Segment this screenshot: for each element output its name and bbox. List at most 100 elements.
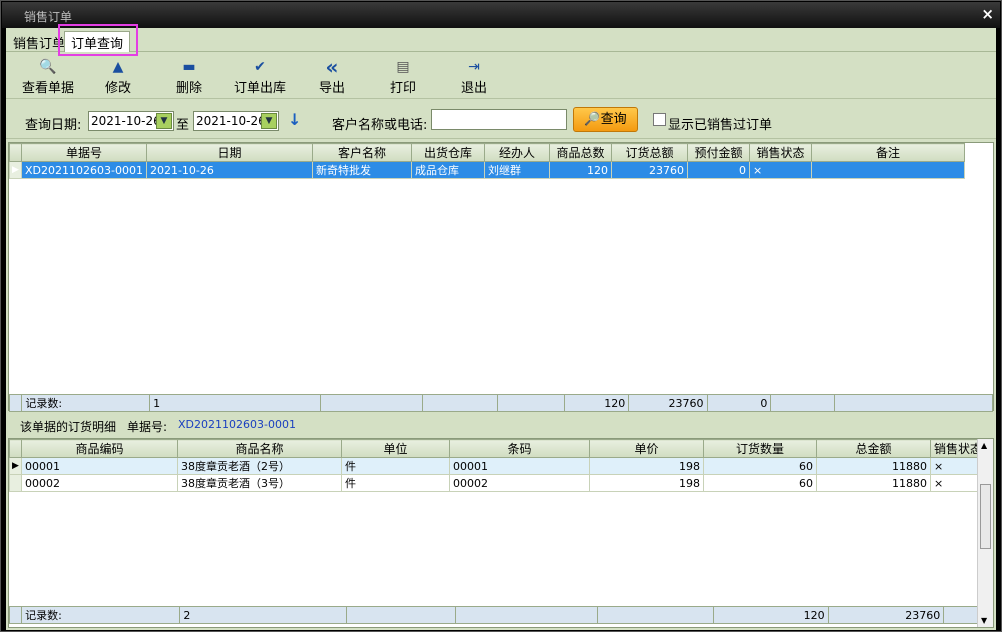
col-header[interactable]: 日期 xyxy=(145,143,313,162)
export-button[interactable]: « 导出 xyxy=(296,57,368,96)
cell-qty[interactable]: 60 xyxy=(703,457,817,475)
triangle-up-icon: ▲ xyxy=(112,59,124,75)
cell-price[interactable]: 198 xyxy=(589,457,704,475)
scroll-up-icon[interactable]: ▲ xyxy=(981,441,987,450)
orders-table: 单据号 日期 客户名称 出货仓库 经办人 商品总数 订货总额 预付金额 销售状态… xyxy=(9,143,965,179)
cell-bill-no[interactable]: XD2021102603-0001 xyxy=(21,161,147,179)
customer-input[interactable] xyxy=(431,109,567,130)
delete-label: 删除 xyxy=(175,81,202,96)
cell-remark[interactable] xyxy=(810,161,965,179)
scroll-down-icon[interactable]: ▼ xyxy=(981,616,987,625)
col-header[interactable]: 经办人 xyxy=(483,143,550,162)
col-header[interactable]: 商品总数 xyxy=(548,143,612,162)
cell-qty[interactable]: 60 xyxy=(703,474,817,492)
cell-prepaid[interactable]: 0 xyxy=(686,161,750,179)
col-header[interactable]: 商品名称 xyxy=(177,439,342,458)
col-header[interactable]: 商品编码 xyxy=(21,439,178,458)
show-sold-checkbox[interactable] xyxy=(653,113,666,126)
col-header[interactable]: 备注 xyxy=(810,143,965,162)
tab-strip: 销售订单 订单查询 xyxy=(6,24,996,56)
chevron-down-icon[interactable]: ▼ xyxy=(156,113,172,129)
total-prepaid: 0 xyxy=(706,394,772,412)
col-header[interactable]: 出货仓库 xyxy=(410,143,485,162)
record-count: 1 xyxy=(149,394,322,412)
cell-barcode[interactable]: 00002 xyxy=(449,474,590,492)
detail-header-row: 商品编码 商品名称 单位 条码 单价 订货数量 总金额 销售状态 xyxy=(9,439,987,458)
header-indicator xyxy=(9,439,22,458)
cell-code[interactable]: 00001 xyxy=(21,457,178,475)
cell-status[interactable]: × xyxy=(748,161,812,179)
header-indicator xyxy=(9,143,22,162)
footer-cell xyxy=(597,606,714,624)
col-header[interactable]: 条码 xyxy=(449,439,590,458)
edit-label: 修改 xyxy=(104,81,131,96)
total-amount: 23760 xyxy=(628,394,708,412)
main-window: 销售订单 × 销售订单 订单查询 🔍 查看单据 ▲ 修改 ▬ 删除 ✔ 订单出库 « 导出… xyxy=(0,0,1002,632)
vertical-scrollbar[interactable]: ▲ ▼ xyxy=(977,439,993,627)
col-header[interactable]: 单价 xyxy=(589,439,704,458)
col-header[interactable]: 单位 xyxy=(341,439,450,458)
edit-button[interactable]: ▲ 修改 xyxy=(82,57,154,96)
col-header[interactable]: 销售状态 xyxy=(748,143,812,162)
to-date-value: 2021-10-26 xyxy=(196,114,266,128)
footer-cell xyxy=(834,394,993,412)
delete-button[interactable]: ▬ 删除 xyxy=(153,57,225,96)
col-header[interactable]: 客户名称 xyxy=(311,143,412,162)
arrow-down-icon[interactable]: ↓ xyxy=(288,110,301,129)
view-document-button[interactable]: 🔍 查看单据 xyxy=(12,57,84,96)
cell-code[interactable]: 00002 xyxy=(21,474,178,492)
close-icon[interactable]: × xyxy=(981,5,994,23)
print-button[interactable]: ▤ 打印 xyxy=(367,57,439,96)
exit-button[interactable]: ⇥ 退出 xyxy=(438,57,510,96)
total-qty: 120 xyxy=(564,394,630,412)
scroll-thumb[interactable] xyxy=(980,484,991,549)
tab-order-query[interactable]: 订单查询 xyxy=(64,31,131,52)
col-header[interactable]: 单据号 xyxy=(21,143,147,162)
footer-cell xyxy=(345,606,457,624)
double-chevron-left-icon: « xyxy=(325,55,339,79)
cell-product[interactable]: 38度章贡老酒（2号） xyxy=(177,457,342,475)
footer-cell xyxy=(455,606,599,624)
filter-bar: 查询日期: 2021-10-26 ▼ 至 2021-10-26 ▼ ↓ 客户名称或电… xyxy=(6,101,996,139)
footer-cell xyxy=(422,394,499,412)
detail-table: 商品编码 商品名称 单位 条码 单价 订货数量 总金额 销售状态 ▶ 00001… xyxy=(9,439,987,492)
orders-grid: 单据号 日期 客户名称 出货仓库 经办人 商品总数 订货总额 预付金额 销售状态… xyxy=(8,142,994,412)
chevron-down-icon[interactable]: ▼ xyxy=(261,113,277,129)
query-button[interactable]: 🔎查询 xyxy=(573,107,638,132)
footer-cell xyxy=(320,394,424,412)
cell-customer[interactable]: 新奇特批发 xyxy=(311,161,412,179)
cell-total[interactable]: 11880 xyxy=(816,457,931,475)
orders-footer: 记录数: 1 120 23760 0 xyxy=(8,394,993,412)
toolbar: 🔍 查看单据 ▲ 修改 ▬ 删除 ✔ 订单出库 « 导出 ▤ 打印 ⇥ 退出 xyxy=(6,53,996,99)
col-header[interactable]: 总金额 xyxy=(816,439,931,458)
order-outbound-button[interactable]: ✔ 订单出库 xyxy=(224,57,296,96)
cell-barcode[interactable]: 00001 xyxy=(449,457,590,475)
table-row[interactable]: 00002 38度章贡老酒（3号） 件 00002 198 60 11880 × xyxy=(9,474,987,492)
record-count: 2 xyxy=(179,606,347,624)
col-header[interactable]: 预付金额 xyxy=(686,143,750,162)
table-row[interactable]: ▶ XD2021102603-0001 2021-10-26 新奇特批发 成品仓… xyxy=(9,161,965,179)
query-label: 查询 xyxy=(600,112,627,127)
cell-unit[interactable]: 件 xyxy=(341,474,450,492)
detail-header: 该单据的订货明细 单据号: XD2021102603-0001 xyxy=(6,412,996,438)
cell-total[interactable]: 11880 xyxy=(816,474,931,492)
footer-indicator xyxy=(8,606,23,624)
tab-sales-order[interactable]: 销售订单 xyxy=(8,32,70,52)
cell-qty[interactable]: 120 xyxy=(548,161,612,179)
to-date-picker[interactable]: 2021-10-26 ▼ xyxy=(193,111,279,131)
footer-row: 记录数: 1 120 23760 0 xyxy=(8,394,993,412)
cell-unit[interactable]: 件 xyxy=(341,457,450,475)
minus-icon: ▬ xyxy=(182,59,196,75)
cell-handler[interactable]: 刘继群 xyxy=(483,161,550,179)
cell-warehouse[interactable]: 成品仓库 xyxy=(410,161,485,179)
col-header[interactable]: 订货总额 xyxy=(610,143,688,162)
from-date-picker[interactable]: 2021-10-26 ▼ xyxy=(88,111,174,131)
cell-product[interactable]: 38度章贡老酒（3号） xyxy=(177,474,342,492)
detail-label: 该单据的订货明细 xyxy=(20,420,117,434)
cell-date[interactable]: 2021-10-26 xyxy=(145,161,313,179)
row-indicator xyxy=(9,474,22,492)
table-row[interactable]: ▶ 00001 38度章贡老酒（2号） 件 00001 198 60 11880… xyxy=(9,457,987,475)
cell-price[interactable]: 198 xyxy=(589,474,704,492)
col-header[interactable]: 订货数量 xyxy=(703,439,817,458)
cell-amount[interactable]: 23760 xyxy=(610,161,688,179)
